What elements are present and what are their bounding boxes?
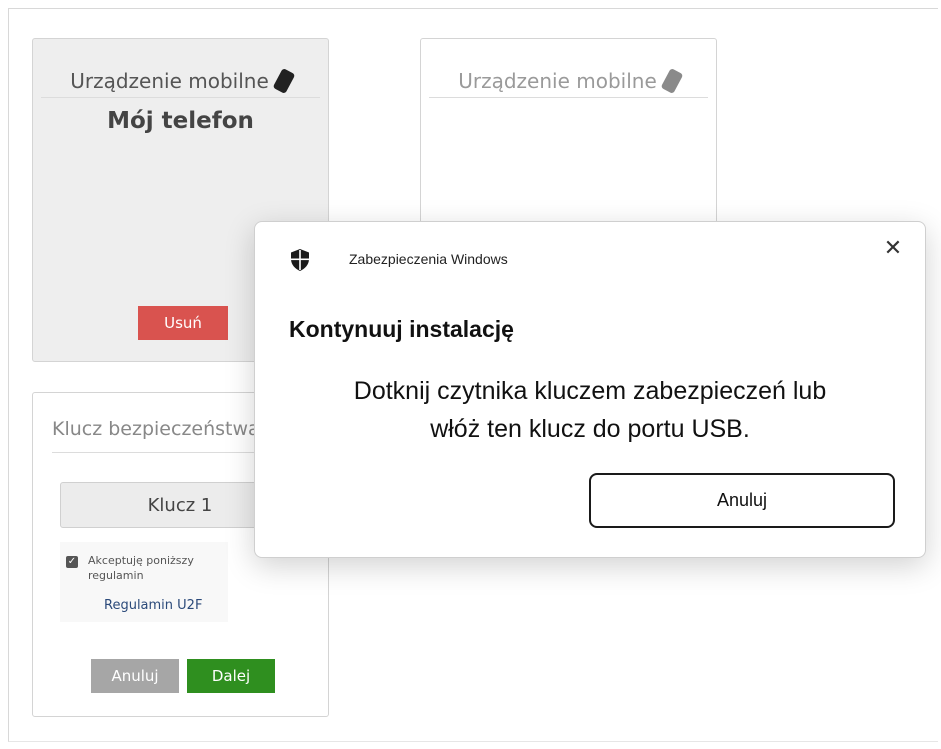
dialog-app-name: Zabezpieczenia Windows	[349, 251, 508, 267]
shield-icon	[291, 249, 309, 271]
mobile-device-card-empty: Urządzenie mobilne	[420, 38, 717, 238]
device-name: Mój telefon	[107, 108, 254, 134]
windows-security-dialog: Zabezpieczenia Windows ✕ Kontynuuj insta…	[254, 221, 926, 558]
dialog-message-line: włóż ten klucz do portu USB.	[430, 415, 750, 443]
dialog-title: Kontynuuj instalację	[289, 316, 514, 342]
card-title: Urządzenie mobilne	[458, 69, 657, 93]
dialog-message-line: Dotknij czytnika kluczem zabezpieczeń lu…	[353, 377, 827, 405]
eraser-icon[interactable]	[272, 68, 296, 94]
terms-checkbox-label: Akceptuję poniższy regulamin	[88, 554, 194, 582]
key-selector-label: Klucz 1	[147, 494, 213, 516]
card-header: Urządzenie mobilne	[429, 65, 708, 98]
dialog-message: Dotknij czytnika kluczem zabezpieczeń lu…	[289, 372, 891, 448]
cancel-button[interactable]: Anuluj	[91, 659, 179, 693]
close-icon[interactable]: ✕	[881, 236, 905, 260]
card-title: Urządzenie mobilne	[70, 69, 269, 93]
next-button[interactable]: Dalej	[187, 659, 275, 693]
terms-link[interactable]: Regulamin U2F	[104, 598, 202, 613]
card-header: Urządzenie mobilne	[41, 65, 320, 98]
eraser-icon[interactable]	[660, 68, 684, 94]
dialog-cancel-button[interactable]: Anuluj	[589, 473, 895, 528]
terms-checkbox[interactable]: ✓	[66, 556, 78, 568]
remove-device-button[interactable]: Usuń	[138, 306, 228, 340]
